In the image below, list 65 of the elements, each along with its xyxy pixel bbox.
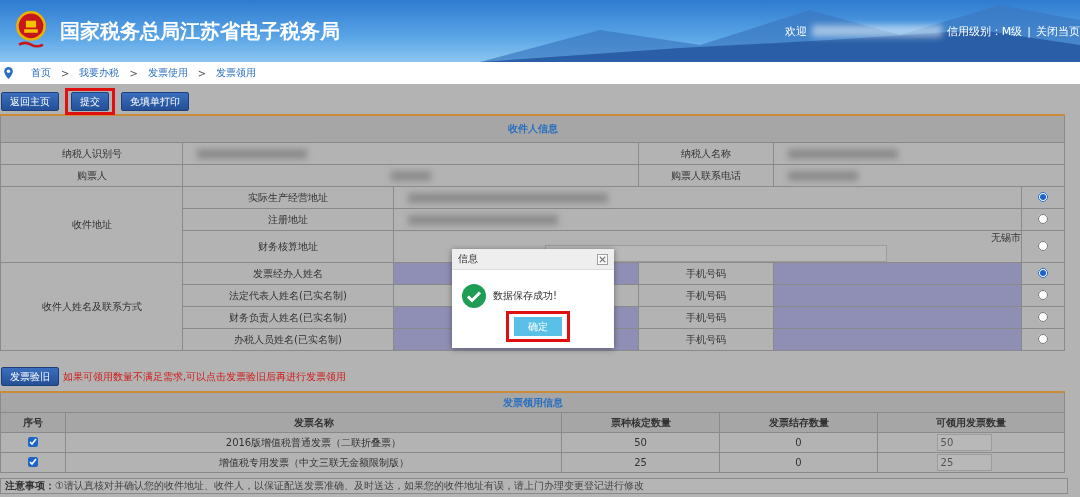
field-label: 购票人 (0, 164, 183, 187)
table-cell: 50 (561, 432, 720, 453)
radio-button[interactable] (1038, 213, 1048, 224)
redacted-text (390, 171, 431, 181)
radio-button[interactable] (1038, 240, 1048, 251)
field-label: 手机号码 (638, 328, 774, 351)
field-label: 注册地址 (182, 208, 394, 231)
table-cell: 0 (719, 452, 878, 473)
redacted-text (788, 171, 858, 181)
checkbox[interactable] (28, 436, 38, 447)
radio-button[interactable] (1038, 267, 1048, 278)
toolbar-button[interactable]: 返回主页 (1, 92, 59, 111)
breadcrumb-separator: > (129, 67, 138, 79)
field-label: 收件地址 (0, 186, 183, 263)
field-label: 手机号码 (638, 306, 774, 329)
dialog-title: 信息 (458, 252, 478, 266)
site-title: 国家税务总局江苏省电子税务局 (60, 17, 340, 45)
location-pin-icon (4, 67, 13, 79)
table-cell: 0 (719, 432, 878, 453)
field-label: 购票人联系电话 (638, 164, 774, 187)
close-page-link[interactable]: 关闭当页 (1036, 23, 1080, 39)
field-label: 财务核算地址 (182, 230, 394, 263)
radio-button[interactable] (1038, 289, 1048, 300)
success-check-icon (462, 284, 486, 308)
verify-button[interactable]: 发票验旧 (1, 367, 59, 386)
toolbar-button[interactable]: 提交 (71, 92, 109, 111)
toolbar-button[interactable]: 免填单打印 (121, 92, 189, 111)
city-text: 无锡市 (990, 231, 1021, 245)
field-label: 实际生产经营地址 (182, 186, 394, 209)
dialog-message: 数据保存成功! (493, 289, 557, 303)
close-icon[interactable] (597, 253, 608, 265)
quantity-input-field[interactable]: 25 (936, 454, 992, 471)
radio-button[interactable] (1038, 191, 1048, 202)
breadcrumb-link[interactable]: 我要办税 (79, 66, 120, 80)
section-title: 收件人信息 (0, 115, 1065, 143)
table-cell: 增值税专用发票（中文三联无金额限制版） (65, 452, 562, 473)
breadcrumb-separator: > (197, 67, 207, 79)
field-label: 财务负责人姓名(已实名制) (182, 306, 394, 329)
field-label: 法定代表人姓名(已实名制) (182, 284, 394, 307)
table-cell: 25 (561, 452, 720, 473)
breadcrumb-link[interactable]: 发票使用 (147, 66, 188, 80)
separator: | (1027, 24, 1031, 38)
field-label: 手机号码 (638, 284, 774, 307)
table-cell: 2016版增值税普通发票（二联折叠票） (65, 432, 562, 453)
notice-text: ①请认真核对并确认您的收件地址、收件人，以保证配送发票准确、及时送达，如果您的收件地址有误，请上门办理变更登记进行修改 (55, 479, 644, 493)
notice-label: 注意事项： (5, 479, 55, 493)
field-label: 手机号码 (638, 262, 774, 285)
field-label: 纳税人名称 (638, 142, 774, 165)
breadcrumb-link[interactable]: 首页 (31, 66, 51, 80)
breadcrumb-separator: > (61, 67, 70, 79)
checkbox[interactable] (28, 456, 38, 467)
quantity-input-field[interactable]: 50 (936, 434, 992, 451)
column-header: 发票名称 (65, 412, 562, 433)
field-label: 办税人员姓名(已实名制) (182, 328, 394, 351)
radio-button[interactable] (1038, 333, 1048, 344)
field-label: 发票经办人姓名 (182, 262, 394, 285)
column-header: 序号 (0, 412, 66, 433)
radio-button[interactable] (1038, 311, 1048, 322)
welcome-text: 欢迎 (784, 23, 807, 39)
credit-level: 信用级别：M级 (946, 23, 1023, 39)
field-label: 纳税人识别号 (0, 142, 183, 165)
section-title: 发票领用信息 (0, 392, 1065, 413)
hint-text: 如果可领用数量不满足需求,可以点击发票验旧后再进行发票领用 (63, 369, 347, 384)
field-label: 收件人姓名及联系方式 (0, 262, 183, 351)
breadcrumb-link[interactable]: 发票领用 (216, 66, 257, 80)
